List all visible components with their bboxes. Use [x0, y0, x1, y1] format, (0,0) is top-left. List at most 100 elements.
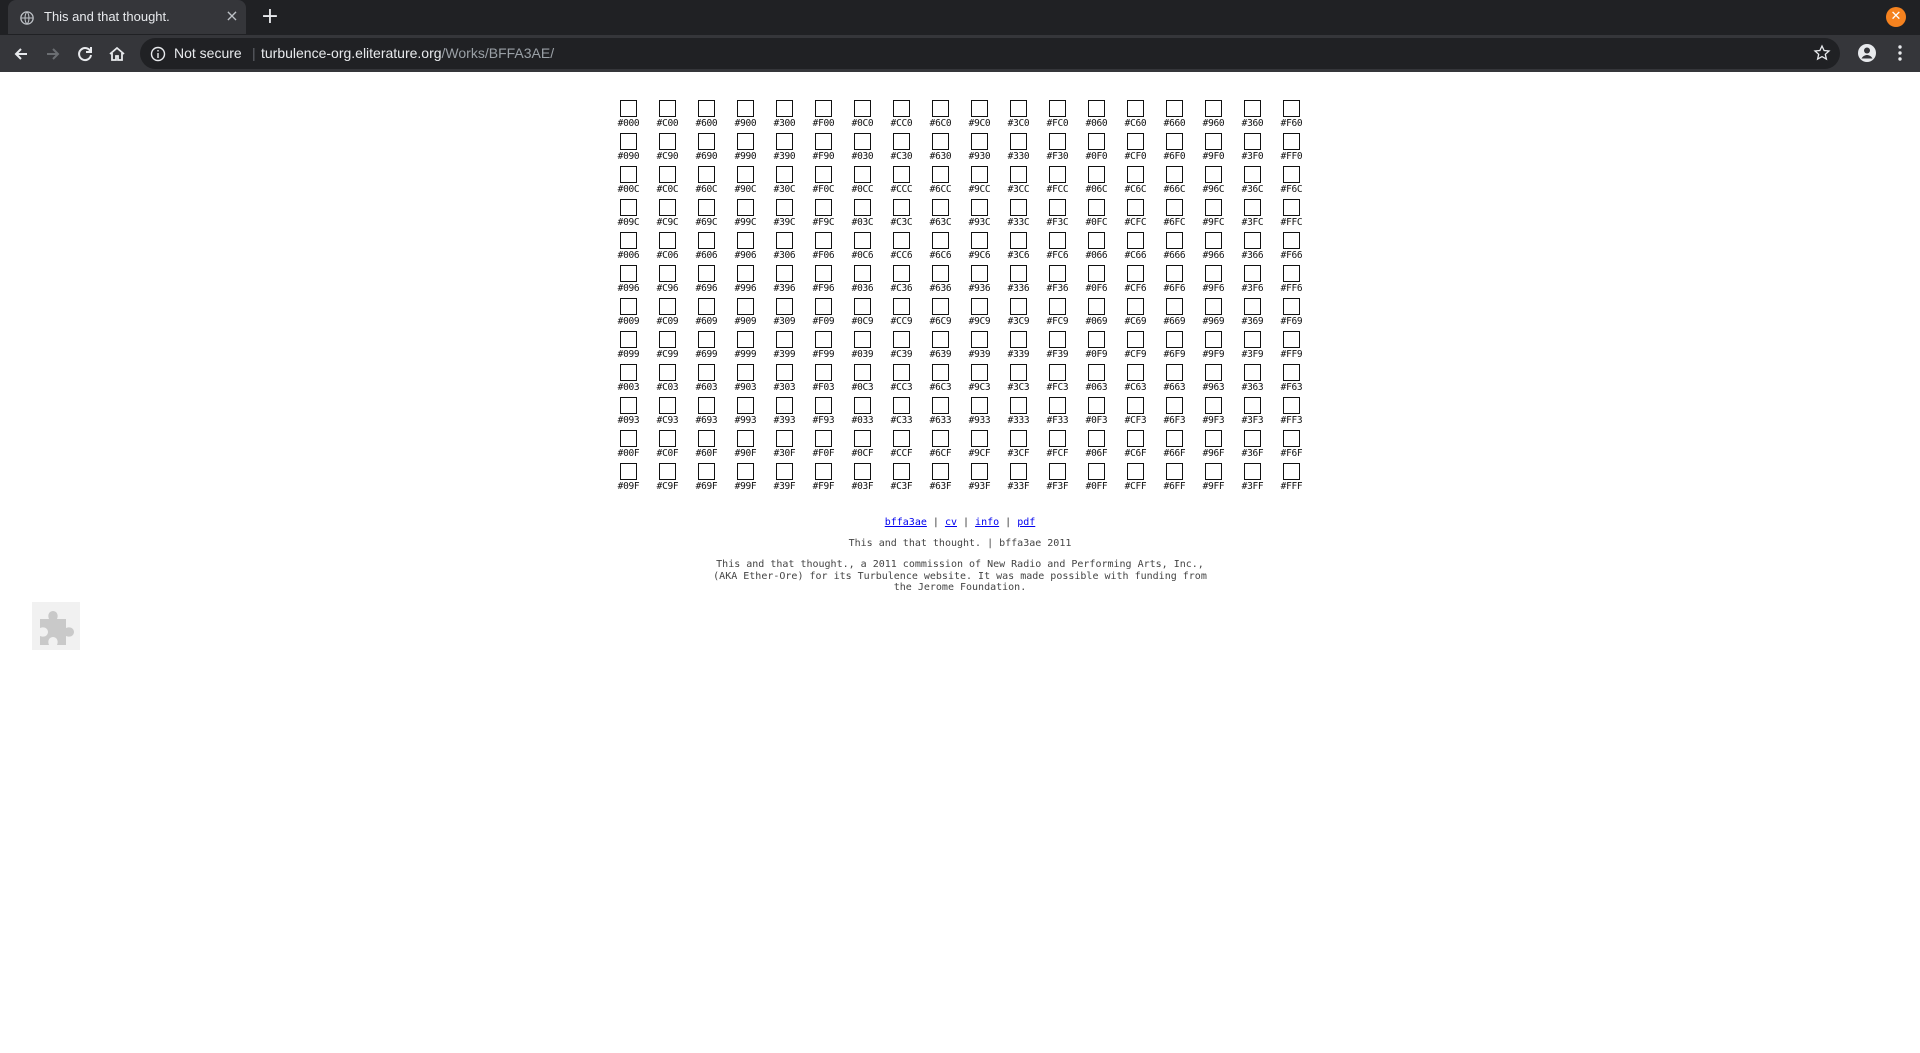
- swatch-box[interactable]: [1088, 331, 1105, 348]
- swatch-box[interactable]: [1205, 397, 1222, 414]
- swatch-box[interactable]: [1166, 331, 1183, 348]
- swatch-box[interactable]: [737, 430, 754, 447]
- swatch-box[interactable]: [659, 232, 676, 249]
- swatch-box[interactable]: [1283, 232, 1300, 249]
- swatch-box[interactable]: [1205, 364, 1222, 381]
- swatch-box[interactable]: [1127, 364, 1144, 381]
- swatch-box[interactable]: [932, 430, 949, 447]
- swatch-box[interactable]: [893, 232, 910, 249]
- swatch-box[interactable]: [1244, 100, 1261, 117]
- swatch-box[interactable]: [1283, 166, 1300, 183]
- swatch-box[interactable]: [932, 265, 949, 282]
- swatch-box[interactable]: [971, 166, 988, 183]
- swatch-box[interactable]: [1049, 430, 1066, 447]
- swatch-box[interactable]: [1166, 397, 1183, 414]
- swatch-box[interactable]: [854, 397, 871, 414]
- swatch-box[interactable]: [620, 133, 637, 150]
- swatch-box[interactable]: [659, 298, 676, 315]
- swatch-box[interactable]: [893, 265, 910, 282]
- swatch-box[interactable]: [932, 364, 949, 381]
- swatch-box[interactable]: [893, 331, 910, 348]
- swatch-box[interactable]: [1049, 232, 1066, 249]
- swatch-box[interactable]: [1166, 199, 1183, 216]
- swatch-box[interactable]: [1166, 166, 1183, 183]
- back-button[interactable]: [10, 43, 32, 65]
- swatch-box[interactable]: [1049, 166, 1066, 183]
- swatch-box[interactable]: [1127, 430, 1144, 447]
- swatch-box[interactable]: [1205, 232, 1222, 249]
- swatch-box[interactable]: [1283, 298, 1300, 315]
- swatch-box[interactable]: [971, 364, 988, 381]
- forward-button[interactable]: [42, 43, 64, 65]
- url-text[interactable]: turbulence-org.eliterature.org/Works/BFF…: [261, 45, 554, 61]
- swatch-box[interactable]: [893, 463, 910, 480]
- swatch-box[interactable]: [620, 463, 637, 480]
- swatch-box[interactable]: [737, 133, 754, 150]
- swatch-box[interactable]: [698, 331, 715, 348]
- swatch-box[interactable]: [932, 397, 949, 414]
- swatch-box[interactable]: [1205, 133, 1222, 150]
- swatch-box[interactable]: [854, 331, 871, 348]
- swatch-box[interactable]: [1283, 463, 1300, 480]
- swatch-box[interactable]: [776, 232, 793, 249]
- swatch-box[interactable]: [854, 133, 871, 150]
- swatch-box[interactable]: [1166, 100, 1183, 117]
- swatch-box[interactable]: [737, 199, 754, 216]
- swatch-box[interactable]: [698, 166, 715, 183]
- swatch-box[interactable]: [1127, 265, 1144, 282]
- swatch-box[interactable]: [1205, 298, 1222, 315]
- swatch-box[interactable]: [1244, 430, 1261, 447]
- swatch-box[interactable]: [1205, 166, 1222, 183]
- swatch-box[interactable]: [971, 100, 988, 117]
- swatch-box[interactable]: [1127, 232, 1144, 249]
- swatch-box[interactable]: [659, 364, 676, 381]
- swatch-box[interactable]: [1127, 298, 1144, 315]
- swatch-box[interactable]: [737, 331, 754, 348]
- swatch-box[interactable]: [1088, 199, 1105, 216]
- swatch-box[interactable]: [1088, 100, 1105, 117]
- swatch-box[interactable]: [893, 430, 910, 447]
- swatch-box[interactable]: [932, 166, 949, 183]
- swatch-box[interactable]: [1205, 430, 1222, 447]
- swatch-box[interactable]: [698, 265, 715, 282]
- swatch-box[interactable]: [854, 199, 871, 216]
- swatch-box[interactable]: [971, 232, 988, 249]
- swatch-box[interactable]: [1166, 430, 1183, 447]
- swatch-box[interactable]: [893, 397, 910, 414]
- swatch-box[interactable]: [1049, 100, 1066, 117]
- swatch-box[interactable]: [815, 364, 832, 381]
- swatch-box[interactable]: [932, 331, 949, 348]
- swatch-box[interactable]: [971, 265, 988, 282]
- swatch-box[interactable]: [1010, 364, 1027, 381]
- swatch-box[interactable]: [1166, 232, 1183, 249]
- swatch-box[interactable]: [1283, 430, 1300, 447]
- swatch-box[interactable]: [932, 133, 949, 150]
- swatch-box[interactable]: [776, 397, 793, 414]
- swatch-box[interactable]: [1049, 364, 1066, 381]
- swatch-box[interactable]: [776, 364, 793, 381]
- swatch-box[interactable]: [893, 100, 910, 117]
- swatch-box[interactable]: [698, 430, 715, 447]
- swatch-box[interactable]: [737, 364, 754, 381]
- swatch-box[interactable]: [932, 199, 949, 216]
- swatch-box[interactable]: [893, 133, 910, 150]
- swatch-box[interactable]: [893, 298, 910, 315]
- swatch-box[interactable]: [1010, 100, 1027, 117]
- swatch-box[interactable]: [737, 100, 754, 117]
- swatch-box[interactable]: [1010, 166, 1027, 183]
- swatch-box[interactable]: [620, 166, 637, 183]
- swatch-box[interactable]: [971, 331, 988, 348]
- swatch-box[interactable]: [1166, 463, 1183, 480]
- swatch-box[interactable]: [971, 430, 988, 447]
- swatch-box[interactable]: [1166, 265, 1183, 282]
- swatch-box[interactable]: [737, 397, 754, 414]
- bookmark-star-icon[interactable]: [1813, 44, 1831, 62]
- swatch-box[interactable]: [1088, 166, 1105, 183]
- swatch-box[interactable]: [737, 298, 754, 315]
- swatch-box[interactable]: [893, 199, 910, 216]
- swatch-box[interactable]: [1049, 133, 1066, 150]
- swatch-box[interactable]: [776, 133, 793, 150]
- swatch-box[interactable]: [893, 166, 910, 183]
- swatch-box[interactable]: [737, 232, 754, 249]
- swatch-box[interactable]: [815, 430, 832, 447]
